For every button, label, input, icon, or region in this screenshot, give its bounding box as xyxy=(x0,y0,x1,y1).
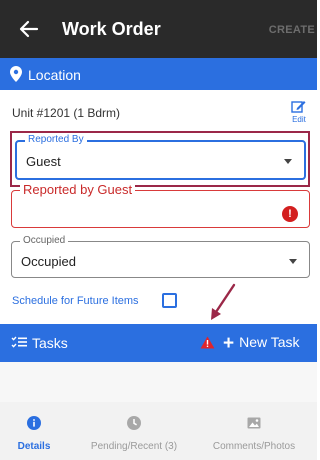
tab-pending-recent[interactable]: Pending/Recent (3) xyxy=(80,402,188,460)
dropdown-arrow-icon xyxy=(289,259,297,264)
tab-pending-recent-label: Pending/Recent (3) xyxy=(90,441,178,452)
tab-comments-photos[interactable]: Comments/Photos xyxy=(193,402,315,460)
tab-details-label: Details xyxy=(17,441,51,452)
reported-by-select[interactable]: Reported By Guest xyxy=(15,134,306,180)
tab-comments-photos-label: Comments/Photos xyxy=(212,441,296,452)
new-task-label: New Task xyxy=(239,334,300,350)
reported-by-guest-label: Reported by Guest xyxy=(20,182,136,197)
reported-by-guest-input[interactable]: Reported by Guest ! xyxy=(11,182,310,228)
checklist-icon xyxy=(11,336,27,348)
edit-icon xyxy=(291,101,306,113)
app-bar: Work Order CREATE xyxy=(0,0,317,58)
dropdown-arrow-icon xyxy=(284,159,292,164)
occupied-select[interactable]: Occupied Occupied xyxy=(11,235,310,278)
info-icon xyxy=(27,416,41,430)
clock-icon xyxy=(127,416,141,430)
photo-icon xyxy=(247,417,261,429)
reported-by-label: Reported By xyxy=(25,134,87,146)
location-bar[interactable]: Location xyxy=(0,58,317,90)
tab-details[interactable]: Details xyxy=(0,402,68,460)
warning-icon xyxy=(200,336,215,349)
occupied-value: Occupied xyxy=(21,254,76,269)
task-list-area xyxy=(0,362,317,402)
location-label: Location xyxy=(28,67,81,83)
schedule-label[interactable]: Schedule for Future Items xyxy=(12,295,139,307)
page-title: Work Order xyxy=(62,19,161,39)
annotation-arrow-icon xyxy=(211,283,236,320)
plus-icon: + xyxy=(223,333,235,354)
tasks-bar: Tasks + New Task xyxy=(0,324,317,362)
unit-name: Unit #1201 (1 Bdrm) xyxy=(12,106,121,120)
edit-button[interactable]: Edit xyxy=(284,98,314,126)
edit-label: Edit xyxy=(292,115,306,124)
location-pin-icon xyxy=(10,66,22,82)
create-button[interactable]: CREATE xyxy=(269,24,315,36)
bottom-nav: Details Pending/Recent (3) Comments/Phot… xyxy=(0,402,317,460)
occupied-label: Occupied xyxy=(20,235,69,247)
error-icon: ! xyxy=(282,206,298,222)
tasks-label: Tasks xyxy=(32,335,68,351)
back-arrow-icon[interactable] xyxy=(18,18,40,40)
reported-by-value: Guest xyxy=(26,154,61,169)
schedule-checkbox[interactable] xyxy=(162,293,177,308)
new-task-button[interactable]: + New Task xyxy=(223,333,300,355)
